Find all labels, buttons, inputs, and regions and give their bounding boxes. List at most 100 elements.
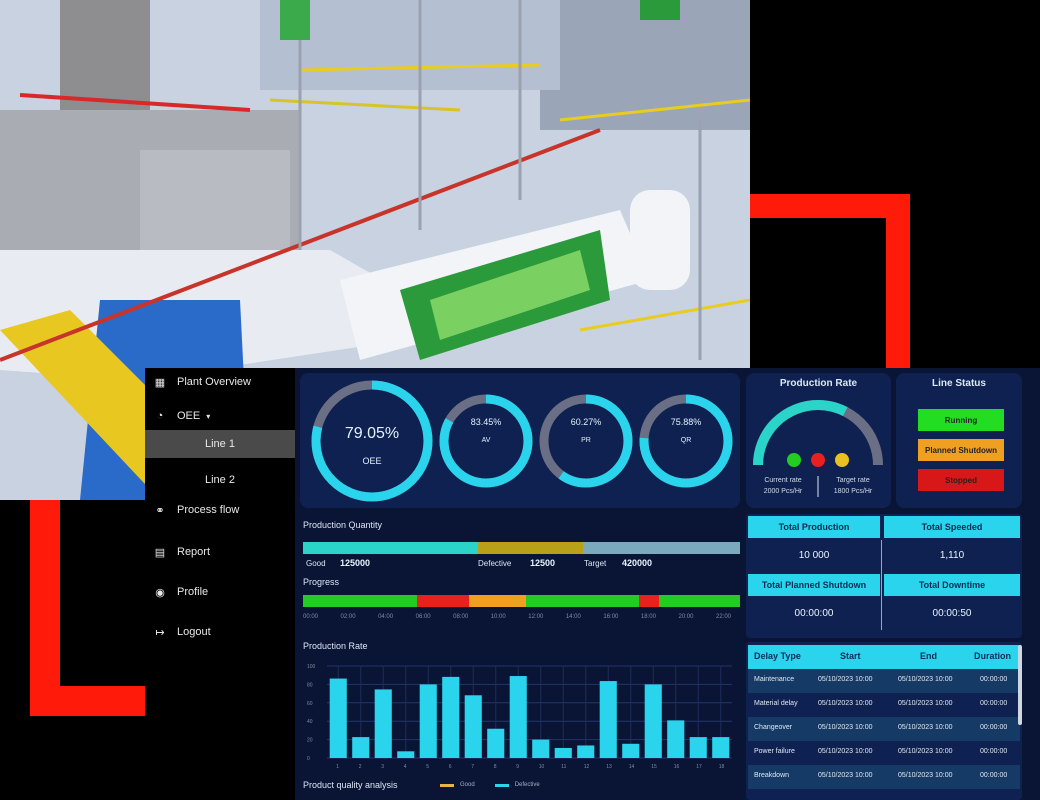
bar[interactable]: [329, 678, 347, 758]
table-cell: Power failure: [754, 748, 795, 755]
kpi-total-downtime-value: 00:00:50: [932, 607, 972, 619]
y-tick-label: 60: [307, 701, 313, 707]
stopped-status-button[interactable]: Stopped: [918, 469, 1004, 491]
progress-tick-label: 10:00: [490, 614, 506, 620]
x-tick-label: 3: [381, 764, 384, 770]
bar[interactable]: [419, 684, 437, 758]
progress-segment: [525, 595, 640, 607]
table-row[interactable]: Breakdown 05/10/2023 10:00 05/10/2023 10:0…: [748, 765, 1020, 789]
qr-label: QR: [680, 437, 692, 444]
table-cell: Maintenance: [754, 676, 795, 683]
pr-label: PR: [581, 437, 591, 444]
col-start[interactable]: Start: [840, 651, 861, 661]
bar[interactable]: [397, 751, 415, 758]
pr-value: 60.27%: [570, 417, 602, 427]
red-frame-bottom: [30, 686, 145, 716]
progress-ticks: 00:00 02:00 04:00 06:00 08:00 10:00 12:00 14:00…: [303, 614, 740, 624]
sidebar-item-label: Process flow: [177, 504, 240, 516]
table-row[interactable]: Power failure 05/10/2023 10:00 05/10/2023 …: [748, 741, 1020, 765]
sidebar-item-label: Line 2: [205, 474, 235, 486]
bar[interactable]: [689, 737, 707, 758]
table-row[interactable]: Material delay 05/10/2023 10:00 05/10/2023…: [748, 693, 1020, 717]
bar[interactable]: [622, 743, 640, 758]
factory-icon: ▦: [154, 376, 166, 389]
sidebar-item-profile[interactable]: ◉ Profile: [145, 578, 295, 606]
progress-tick-label: 20:00: [678, 614, 694, 620]
kpi-total-speeded-value: 1,110: [939, 549, 965, 561]
bar[interactable]: [599, 681, 617, 758]
bar[interactable]: [442, 676, 460, 758]
x-tick-label: 12: [584, 764, 590, 770]
table-cell: 05/10/2023 10:00: [818, 676, 873, 683]
table-cell: 05/10/2023 10:00: [898, 676, 953, 683]
good-value: 125000: [340, 558, 371, 568]
y-tick-label: 40: [307, 719, 313, 725]
current-rate-label: Current rate: [764, 477, 802, 484]
x-tick-label: 18: [719, 764, 725, 770]
planned-shutdown-status-button[interactable]: Planned Shutdown: [918, 439, 1004, 461]
sidebar-item-label: Plant Overview: [177, 376, 251, 388]
bar[interactable]: [374, 689, 392, 758]
sidebar-item-report[interactable]: ▤ Report: [145, 538, 295, 566]
progress-tick-label: 22:00: [716, 614, 732, 620]
x-tick-label: 16: [674, 764, 680, 770]
sidebar-item-line-2[interactable]: Line 2: [145, 466, 295, 494]
x-tick-label: 13: [606, 764, 612, 770]
profile-icon: ◉: [155, 586, 165, 599]
bar[interactable]: [464, 695, 482, 758]
bar[interactable]: [554, 747, 572, 758]
col-end[interactable]: End: [920, 651, 937, 661]
sidebar-item-process-flow[interactable]: ⚭ Process flow: [145, 496, 295, 524]
running-status-button[interactable]: Running: [918, 409, 1004, 431]
x-tick-label: 5: [426, 764, 429, 770]
sidebar-item-label: Line 1: [205, 438, 235, 450]
chevron-down-icon: ▾: [206, 411, 211, 421]
bar[interactable]: [509, 676, 527, 758]
x-tick-label: 10: [539, 764, 545, 770]
table-cell: 05/10/2023 10:00: [898, 724, 953, 731]
progress-tick-label: 00:00: [303, 614, 319, 620]
table-row[interactable]: Maintenance 05/10/2023 10:00 05/10/2023 10…: [748, 669, 1020, 693]
progress-segment: [303, 595, 417, 607]
sidebar-item-logout[interactable]: ↦ Logout: [145, 618, 295, 646]
sidebar-item-label: OEE: [177, 410, 201, 422]
progress-tick-label: 04:00: [378, 614, 394, 620]
table-cell: 00:00:00: [980, 700, 1008, 707]
bar[interactable]: [352, 737, 370, 758]
target-rate-value: 1800 Pcs/Hr: [833, 488, 873, 495]
good-label: Good: [306, 559, 326, 568]
flow-icon: ⚭: [155, 504, 165, 517]
table-row[interactable]: Changeover 05/10/2023 10:00 05/10/2023 10:…: [748, 717, 1020, 741]
table-cell: 05/10/2023 10:00: [818, 724, 873, 731]
quality-title: Product quality analysis: [303, 780, 398, 790]
sidebar-item-oee[interactable]: ◔ OEE ▾: [145, 402, 295, 430]
col-duration[interactable]: Duration: [974, 651, 1011, 661]
bar[interactable]: [577, 745, 595, 758]
bar[interactable]: [487, 728, 505, 758]
col-delay-type[interactable]: Delay Type: [754, 651, 801, 661]
x-tick-label: 17: [696, 764, 702, 770]
bar[interactable]: [532, 739, 550, 758]
chart-title: Production Rate: [303, 641, 368, 651]
table-scrollbar[interactable]: [1018, 645, 1022, 725]
x-tick-label: 6: [449, 764, 452, 770]
progress-tick-label: 12:00: [528, 614, 544, 620]
progress-tick-label: 18:00: [640, 614, 656, 620]
sidebar-item-plant-overview[interactable]: ▦ Plant Overview: [145, 368, 295, 396]
table-cell: 05/10/2023 10:00: [818, 700, 873, 707]
oee-main-label: OEE: [362, 456, 382, 466]
table-cell: 05/10/2023 10:00: [818, 748, 873, 755]
kpi-total-downtime-label: Total Downtime: [884, 574, 1020, 596]
logout-icon: ↦: [155, 626, 165, 639]
kpi-planned-shutdown-label: Total Planned Shutdown: [748, 574, 880, 596]
sidebar-item-line-1[interactable]: Line 1: [145, 430, 295, 458]
bar[interactable]: [667, 720, 685, 758]
progress-tick-label: 06:00: [415, 614, 431, 620]
x-tick-label: 11: [561, 764, 566, 770]
production-quantity-bar: [303, 542, 740, 554]
current-rate-value: 2000 Pcs/Hr: [763, 488, 803, 495]
x-tick-label: 8: [494, 764, 497, 770]
bar[interactable]: [644, 684, 662, 758]
bar[interactable]: [712, 737, 730, 758]
x-tick-label: 7: [471, 764, 474, 770]
